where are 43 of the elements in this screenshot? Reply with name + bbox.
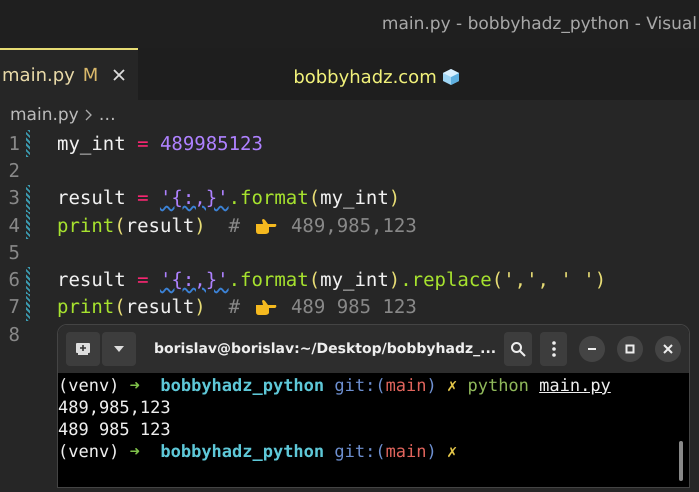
dropdown-button[interactable]: [102, 332, 136, 366]
pointing-hand-icon: [254, 298, 278, 316]
terminal-line: (venv) ➜ bobbyhadz_python git:(main) ✗: [58, 442, 458, 464]
cube-icon: [440, 67, 461, 87]
menu-icon: [552, 341, 556, 357]
minimize-icon: [587, 348, 597, 350]
terminal-line: 489 985 123: [58, 420, 171, 442]
line-number: 6: [8, 269, 21, 292]
terminal-title: borislav@borislav:~/Desktop/bobbyhadz_...: [154, 341, 496, 357]
new-tab-button[interactable]: [66, 332, 100, 366]
window-title: main.py - bobbyhadz_python - Visual: [382, 14, 697, 34]
code-line: my_int = 489985123: [57, 132, 263, 155]
close-button[interactable]: [655, 336, 681, 362]
breadcrumb-file[interactable]: main.py: [10, 105, 79, 125]
line-number: 4: [8, 214, 21, 237]
search-icon: [510, 341, 526, 357]
maximize-icon: [625, 344, 635, 354]
line-number: 5: [8, 242, 21, 264]
close-icon: [663, 344, 673, 354]
code-line: print(result) # 489 985 123: [57, 296, 417, 318]
code-line: print(result) # 489,985,123: [57, 214, 417, 237]
line-number: 3: [8, 187, 21, 210]
code-line: result = '{:,}'.format(my_int).replace(',', ' '): [57, 269, 606, 292]
breadcrumb-more[interactable]: …: [98, 105, 116, 125]
maximize-button[interactable]: [617, 336, 643, 362]
chevron-right-icon: [84, 109, 93, 121]
scrollbar[interactable]: [679, 441, 683, 481]
close-icon[interactable]: [112, 68, 126, 82]
line-number: 8: [8, 324, 21, 346]
code-line: result = '{:,}'.format(my_int): [57, 187, 400, 210]
minimize-button[interactable]: [579, 336, 605, 362]
caret-down-icon: [113, 345, 125, 353]
editor-tab[interactable]: main.py M: [0, 48, 138, 100]
menu-button[interactable]: [540, 332, 567, 366]
terminal-line: (venv) ➜ bobbyhadz_python git:(main) ✗ python main.py: [58, 376, 611, 398]
search-button[interactable]: [504, 332, 532, 366]
line-number: 7: [8, 296, 21, 318]
terminal-plus-icon: [75, 342, 91, 356]
terminal-line: 489,985,123: [58, 398, 171, 420]
line-number: 2: [8, 160, 21, 182]
site-title: bobbyhadz.com: [293, 66, 437, 88]
pointing-hand-icon: [254, 216, 278, 235]
line-number: 1: [8, 132, 21, 155]
